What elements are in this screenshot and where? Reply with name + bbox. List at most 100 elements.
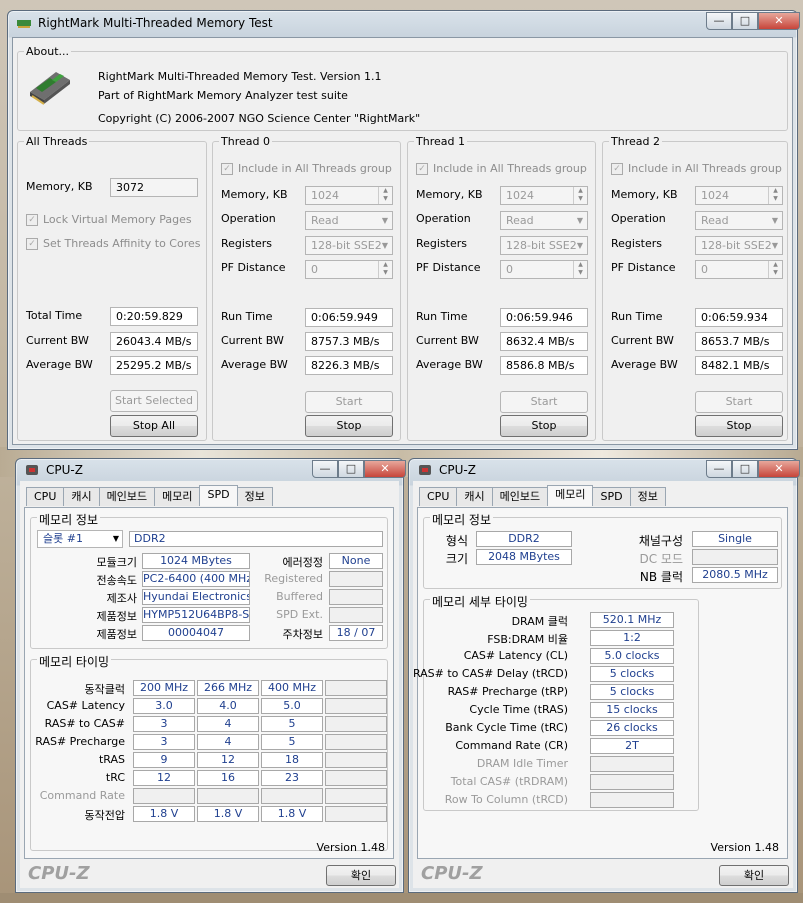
stop-button[interactable]: Stop: [305, 415, 393, 437]
operation-select[interactable]: Read ▼: [500, 211, 588, 230]
tab-mainboard[interactable]: 메인보드: [491, 487, 549, 506]
operation-value: Read: [701, 214, 729, 227]
pf-distance-spinner[interactable]: 0 ▲ ▼: [695, 260, 783, 279]
pf-distance-spinner[interactable]: 0 ▲ ▼: [305, 260, 393, 279]
stop-all-button[interactable]: Stop All: [110, 415, 198, 437]
timings-label: 메모리 타이밍: [37, 653, 112, 670]
registers-select[interactable]: 128-bit SSE2 ▼: [695, 236, 783, 255]
memory-spinner[interactable]: 1024 ▲ ▼: [695, 186, 783, 205]
tab-memory[interactable]: 메모리: [154, 487, 201, 506]
start-button[interactable]: Start: [305, 391, 393, 413]
tab-bar: CPU 캐시 메인보드 메모리 SPD 정보: [419, 485, 666, 507]
start-button[interactable]: Start: [695, 391, 783, 413]
tab-about[interactable]: 정보: [236, 487, 273, 506]
about-group: About... RightMark Multi-Threaded Memory…: [17, 45, 788, 131]
registers-label: Registers: [611, 237, 663, 250]
minimize-button[interactable]: —: [706, 460, 732, 478]
part-number-label: 제품정보: [96, 610, 137, 623]
window-title: RightMark Multi-Threaded Memory Test: [38, 16, 273, 30]
timing-cell: [325, 752, 387, 768]
timing-value: 2T: [590, 738, 674, 754]
chevron-down-icon: ▼: [771, 241, 779, 250]
tab-mainboard[interactable]: 메인보드: [98, 487, 156, 506]
operation-select[interactable]: Read ▼: [305, 211, 393, 230]
average-bw-label: Average BW: [221, 358, 288, 371]
cpuz-logo: CPU-Z: [421, 863, 483, 884]
cpuz-app-icon: [26, 465, 38, 475]
run-time-value: 0:06:59.946: [500, 308, 588, 327]
memory-spinner[interactable]: 1024 ▲ ▼: [500, 186, 588, 205]
operation-label: Operation: [416, 212, 471, 225]
pf-distance-spinner[interactable]: 0 ▲ ▼: [500, 260, 588, 279]
memory-label: Memory, KB: [221, 188, 288, 201]
maximize-button[interactable]: □: [338, 460, 364, 478]
speed-value: PC2-6400 (400 MHz): [142, 571, 250, 587]
memory-spinner[interactable]: 1024 ▲ ▼: [305, 186, 393, 205]
pf-distance-value: 0: [701, 263, 708, 276]
timing-row-label: 동작전압: [84, 809, 125, 822]
ok-button[interactable]: 확인: [326, 865, 396, 886]
spinner-arrows-icon[interactable]: ▲ ▼: [573, 261, 587, 278]
lock-pages-checkbox[interactable]: ✓ Lock Virtual Memory Pages: [26, 213, 192, 226]
affinity-checkbox[interactable]: ✓ Set Threads Affinity to Cores: [26, 237, 201, 250]
tab-memory[interactable]: 메모리: [547, 485, 594, 506]
buffered-value: [329, 589, 383, 605]
include-checkbox[interactable]: ✓ Include in All Threads group: [416, 162, 587, 175]
spinner-arrows-icon[interactable]: ▲ ▼: [378, 187, 392, 204]
timing-cell: [325, 770, 387, 786]
registered-value: [329, 571, 383, 587]
include-label: Include in All Threads group: [628, 162, 782, 175]
close-button[interactable]: ✕: [758, 12, 800, 30]
spinner-arrows-icon[interactable]: ▲ ▼: [573, 187, 587, 204]
tab-cache[interactable]: 캐시: [63, 487, 100, 506]
stop-button[interactable]: Stop: [695, 415, 783, 437]
thread-label: Thread 0: [219, 135, 272, 148]
average-bw-value: 8482.1 MB/s: [695, 356, 783, 375]
cpuz-client: CPU 캐시 메인보드 메모리 SPD 정보 메모리 정보 슬롯 #1 ▼ DDR…: [20, 481, 399, 888]
close-button[interactable]: ✕: [758, 460, 800, 478]
timing-row-label: Row To Column (tRCD): [444, 793, 568, 806]
minimize-button[interactable]: —: [312, 460, 338, 478]
thread-label: Thread 1: [414, 135, 467, 148]
timing-cell: 400 MHz: [261, 680, 323, 696]
include-label: Include in All Threads group: [238, 162, 392, 175]
registers-value: 128-bit SSE2: [506, 239, 577, 252]
tab-spd[interactable]: SPD: [199, 485, 238, 506]
registers-select[interactable]: 128-bit SSE2 ▼: [305, 236, 393, 255]
operation-label: Operation: [611, 212, 666, 225]
spinner-arrows-icon[interactable]: ▲ ▼: [768, 261, 782, 278]
minimize-button[interactable]: —: [706, 12, 732, 30]
operation-select[interactable]: Read ▼: [695, 211, 783, 230]
tab-cpu[interactable]: CPU: [26, 487, 65, 506]
include-checkbox[interactable]: ✓ Include in All Threads group: [221, 162, 392, 175]
memory-input[interactable]: 3072: [110, 178, 198, 197]
timing-cell: 4: [197, 716, 259, 732]
check-icon: ✓: [221, 162, 233, 175]
channel-label: 채널구성: [638, 534, 683, 548]
tab-about[interactable]: 정보: [629, 487, 666, 506]
timing-row-label: CAS# Latency (CL): [463, 649, 568, 662]
spinner-arrows-icon[interactable]: ▲ ▼: [768, 187, 782, 204]
ok-button[interactable]: 확인: [719, 865, 789, 886]
maximize-button[interactable]: □: [732, 12, 758, 30]
timing-cell: 1.8 V: [261, 806, 323, 822]
current-bw-value: 26043.4 MB/s: [110, 332, 198, 351]
tab-spd[interactable]: SPD: [592, 487, 631, 506]
close-button[interactable]: ✕: [364, 460, 406, 478]
type-value: DDR2: [476, 531, 572, 547]
start-button[interactable]: Start: [500, 391, 588, 413]
stop-button[interactable]: Stop: [500, 415, 588, 437]
tab-cache[interactable]: 캐시: [456, 487, 493, 506]
include-checkbox[interactable]: ✓ Include in All Threads group: [611, 162, 782, 175]
size-label: 크기: [445, 552, 468, 566]
run-time-value: 0:06:59.934: [695, 308, 783, 327]
run-time-value: 0:06:59.949: [305, 308, 393, 327]
registers-select[interactable]: 128-bit SSE2 ▼: [500, 236, 588, 255]
rightmark-titlebar[interactable]: RightMark Multi-Threaded Memory Test: [8, 11, 797, 35]
start-selected-button[interactable]: Start Selected: [110, 390, 198, 412]
about-group-label: About...: [24, 45, 72, 58]
slot-select[interactable]: 슬롯 #1 ▼: [37, 530, 123, 548]
maximize-button[interactable]: □: [732, 460, 758, 478]
spinner-arrows-icon[interactable]: ▲ ▼: [378, 261, 392, 278]
tab-cpu[interactable]: CPU: [419, 487, 458, 506]
